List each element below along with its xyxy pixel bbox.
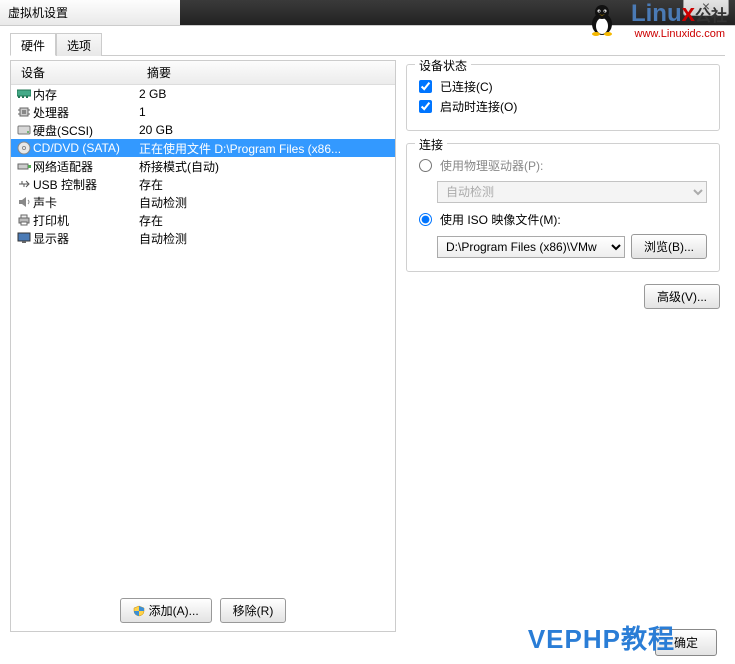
usb-icon bbox=[15, 178, 33, 190]
group-title: 设备状态 bbox=[415, 57, 471, 74]
use-iso-radio-row[interactable]: 使用 ISO 映像文件(M): bbox=[419, 211, 707, 228]
device-row-cddvd[interactable]: CD/DVD (SATA) 正在使用文件 D:\Program Files (x… bbox=[11, 139, 395, 157]
device-summary: 1 bbox=[139, 105, 395, 119]
device-row-sound[interactable]: 声卡 自动检测 bbox=[11, 193, 395, 211]
add-button[interactable]: 添加(A)... bbox=[120, 598, 212, 623]
device-list-panel: 设备 摘要 内存 2 GB 处理器 1 硬盘(SCSI) 20 GB CD/D bbox=[10, 60, 396, 632]
connect-power-checkbox[interactable] bbox=[419, 100, 432, 113]
linux-penguin-icon bbox=[587, 2, 617, 36]
device-summary: 正在使用文件 D:\Program Files (x86... bbox=[139, 140, 395, 157]
device-summary: 存在 bbox=[139, 212, 395, 229]
device-name: 声卡 bbox=[33, 194, 139, 211]
hdd-icon bbox=[15, 124, 33, 136]
column-device[interactable]: 设备 bbox=[11, 64, 141, 81]
window-title: 虚拟机设置 bbox=[8, 4, 68, 21]
device-list-header: 设备 摘要 bbox=[11, 61, 395, 85]
watermark-bottom: VEPHP教程 bbox=[528, 619, 675, 656]
device-name: 显示器 bbox=[33, 230, 139, 247]
use-iso-radio[interactable] bbox=[419, 213, 432, 226]
physical-drive-select: 自动检测 bbox=[437, 181, 707, 203]
device-row-cpu[interactable]: 处理器 1 bbox=[11, 103, 395, 121]
printer-icon bbox=[15, 214, 33, 226]
connection-group: 连接 使用物理驱动器(P): 自动检测 使用 ISO 映像文件(M): D:\P… bbox=[406, 143, 720, 272]
use-physical-radio-row[interactable]: 使用物理驱动器(P): bbox=[419, 157, 707, 174]
group-title: 连接 bbox=[415, 136, 447, 153]
device-status-group: 设备状态 已连接(C) 启动时连接(O) bbox=[406, 64, 720, 131]
titlebar: 虚拟机设置 × bbox=[0, 0, 735, 26]
device-actions: 添加(A)... 移除(R) bbox=[11, 598, 395, 623]
tab-strip: 硬件 选项 bbox=[10, 32, 725, 56]
tab-options[interactable]: 选项 bbox=[56, 33, 102, 56]
device-summary: 存在 bbox=[139, 176, 395, 193]
advanced-button[interactable]: 高级(V)... bbox=[644, 284, 720, 309]
watermark-url: www.Linuxidc.com bbox=[635, 28, 725, 40]
device-row-hdd[interactable]: 硬盘(SCSI) 20 GB bbox=[11, 121, 395, 139]
connected-checkbox[interactable] bbox=[419, 80, 432, 93]
device-name: 处理器 bbox=[33, 104, 139, 121]
device-row-net[interactable]: 网络适配器 桥接模式(自动) bbox=[11, 157, 395, 175]
device-summary: 自动检测 bbox=[139, 230, 395, 247]
sound-icon bbox=[15, 196, 33, 208]
column-summary[interactable]: 摘要 bbox=[141, 64, 395, 81]
device-row-usb[interactable]: USB 控制器 存在 bbox=[11, 175, 395, 193]
iso-path-combo[interactable]: D:\Program Files (x86)\VMw bbox=[437, 236, 625, 258]
connected-checkbox-row[interactable]: 已连接(C) bbox=[419, 78, 707, 95]
device-row-display[interactable]: 显示器 自动检测 bbox=[11, 229, 395, 247]
uac-shield-icon bbox=[133, 605, 145, 617]
device-detail-panel: 设备状态 已连接(C) 启动时连接(O) 连接 使用物理驱动器(P): 自动检测… bbox=[406, 60, 720, 632]
device-name: 内存 bbox=[33, 86, 139, 103]
cpu-icon bbox=[15, 105, 33, 119]
device-name: CD/DVD (SATA) bbox=[33, 141, 139, 155]
device-row-memory[interactable]: 内存 2 GB bbox=[11, 85, 395, 103]
use-physical-radio[interactable] bbox=[419, 159, 432, 172]
cddvd-icon bbox=[15, 141, 33, 155]
connect-power-checkbox-row[interactable]: 启动时连接(O) bbox=[419, 98, 707, 115]
device-summary: 自动检测 bbox=[139, 194, 395, 211]
watermark-logo: Linux公社 bbox=[631, 0, 727, 28]
tab-hardware[interactable]: 硬件 bbox=[10, 33, 56, 56]
memory-icon bbox=[15, 89, 33, 99]
device-summary: 桥接模式(自动) bbox=[139, 158, 395, 175]
display-icon bbox=[15, 232, 33, 244]
device-list: 内存 2 GB 处理器 1 硬盘(SCSI) 20 GB CD/DVD (SAT… bbox=[11, 85, 395, 247]
device-name: 硬盘(SCSI) bbox=[33, 122, 139, 139]
device-summary: 2 GB bbox=[139, 87, 395, 101]
device-name: 网络适配器 bbox=[33, 158, 139, 175]
device-summary: 20 GB bbox=[139, 123, 395, 137]
device-name: 打印机 bbox=[33, 212, 139, 229]
remove-button[interactable]: 移除(R) bbox=[220, 598, 287, 623]
device-name: USB 控制器 bbox=[33, 176, 139, 193]
network-icon bbox=[15, 160, 33, 172]
browse-button[interactable]: 浏览(B)... bbox=[631, 234, 707, 259]
device-row-printer[interactable]: 打印机 存在 bbox=[11, 211, 395, 229]
